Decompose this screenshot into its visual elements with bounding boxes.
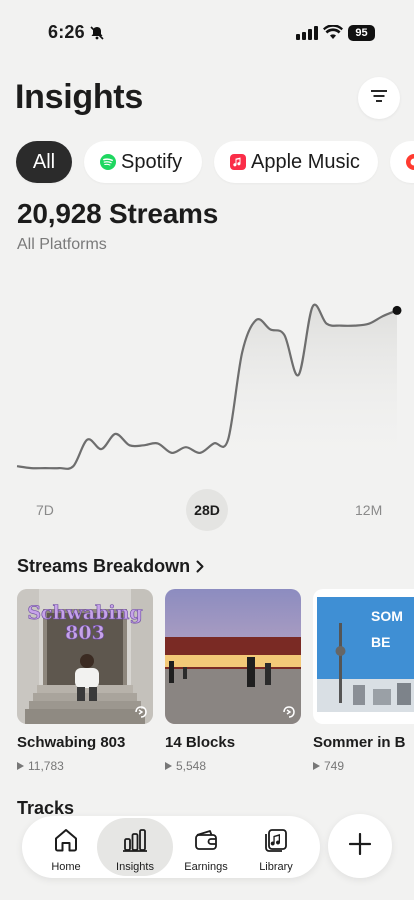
wifi-icon xyxy=(323,24,343,45)
chart-point xyxy=(226,438,230,442)
signal-icon xyxy=(296,26,318,45)
chart-point xyxy=(142,443,146,447)
release-artwork: Schwabing 803 xyxy=(17,589,153,724)
release-play-count: 11,783 xyxy=(28,759,64,773)
streams-subtitle: All Platforms xyxy=(17,236,107,253)
chevron-right-icon xyxy=(196,560,204,573)
chart-point xyxy=(339,324,343,328)
chart-area xyxy=(17,304,397,470)
chart-point xyxy=(114,432,118,436)
chart-point xyxy=(170,451,174,455)
release-art-lettering: SOM BE xyxy=(371,608,403,650)
platform-icon xyxy=(406,154,414,170)
tab-all[interactable]: All xyxy=(16,141,72,183)
release-artwork xyxy=(165,589,301,724)
play-icon xyxy=(313,762,320,770)
tab-spotify[interactable]: Spotify xyxy=(84,141,202,183)
range-7d-button[interactable]: 7D xyxy=(36,502,54,518)
nav-insights[interactable]: Insights xyxy=(97,818,173,876)
release-card[interactable]: Schwabing 803 Schwabing 803 11,783 xyxy=(17,589,153,773)
chart-point xyxy=(282,333,286,337)
filter-button[interactable] xyxy=(358,77,400,119)
release-title: Sommer in B xyxy=(313,734,406,751)
release-plays: 5,548 xyxy=(165,759,301,773)
bottom-tab-bar: Home Insights Earnings Library xyxy=(22,816,320,878)
chart-point xyxy=(240,350,244,354)
streams-breakdown-header[interactable]: Streams Breakdown xyxy=(17,556,204,577)
release-title: Schwabing 803 xyxy=(17,734,126,751)
chart-point xyxy=(99,447,103,451)
tab-more-platform[interactable] xyxy=(390,141,414,183)
nav-label: Home xyxy=(51,861,81,873)
nav-home[interactable]: Home xyxy=(28,818,104,876)
chart-point xyxy=(71,464,75,468)
artist-badge-icon xyxy=(282,705,296,719)
chart-point xyxy=(156,441,160,445)
chart-point xyxy=(212,441,216,445)
tab-label: All xyxy=(32,150,56,173)
chart-point xyxy=(254,318,258,322)
release-art-lettering: Schwabing 803 xyxy=(27,602,143,644)
release-title: 14 Blocks xyxy=(165,734,236,751)
chart-point xyxy=(353,324,357,328)
chart-point xyxy=(367,322,371,326)
status-time: 6:26 xyxy=(48,22,85,42)
streams-line-chart[interactable] xyxy=(0,270,414,480)
spotify-icon xyxy=(100,154,116,170)
release-plays: 11,783 xyxy=(17,759,153,773)
chart-point xyxy=(198,451,202,455)
home-icon xyxy=(53,827,79,858)
chart-point xyxy=(57,466,61,470)
chart-point xyxy=(85,438,89,442)
release-artwork: SOM BE xyxy=(313,589,414,724)
chart-point xyxy=(325,322,329,326)
chart-point xyxy=(381,314,385,318)
breakdown-cards: Schwabing 803 Schwabing 803 11,783 14 Bl… xyxy=(0,589,414,779)
release-play-count: 5,548 xyxy=(176,759,207,773)
chart-point xyxy=(296,373,300,377)
bar-chart-icon xyxy=(122,827,148,858)
platform-tabs: All Spotify Apple Music xyxy=(0,141,414,185)
artist-badge-icon xyxy=(134,705,148,719)
streams-total: 20,928 Streams xyxy=(17,198,219,229)
page-title: Insights xyxy=(15,78,143,116)
filter-icon xyxy=(371,89,387,107)
range-12m-button[interactable]: 12M xyxy=(355,502,382,518)
tab-label: Spotify xyxy=(121,150,183,173)
chart-point xyxy=(184,445,188,449)
release-plays: 749 xyxy=(313,759,414,773)
range-28d-button[interactable]: 28D xyxy=(186,489,228,531)
nav-label: Earnings xyxy=(184,861,228,873)
chart-point xyxy=(128,443,132,447)
nav-label: Insights xyxy=(116,861,154,873)
battery-indicator: 95 xyxy=(348,25,375,41)
music-library-icon xyxy=(263,827,289,858)
release-play-count: 749 xyxy=(324,759,345,773)
apple-music-icon xyxy=(230,154,246,170)
chart-point xyxy=(15,464,19,468)
nav-earnings[interactable]: Earnings xyxy=(168,818,244,876)
section-title: Streams Breakdown xyxy=(17,556,191,576)
play-icon xyxy=(17,762,24,770)
release-card[interactable]: 14 Blocks 5,548 xyxy=(165,589,301,773)
play-icon xyxy=(165,762,172,770)
chart-point xyxy=(29,466,33,470)
tab-label: Apple Music xyxy=(251,150,360,173)
chart-point xyxy=(268,327,272,331)
plus-icon xyxy=(348,832,372,860)
chart-point xyxy=(311,305,315,309)
status-bar: 6:26 95 xyxy=(0,0,414,62)
chart-point xyxy=(43,466,47,470)
nav-label: Library xyxy=(259,861,293,873)
nav-library[interactable]: Library xyxy=(238,818,314,876)
chart-current-point xyxy=(392,305,402,315)
bell-muted-icon xyxy=(89,25,105,46)
add-button[interactable] xyxy=(328,814,392,878)
release-card[interactable]: SOM BE Sommer in B 749 xyxy=(313,589,414,773)
wallet-icon xyxy=(193,827,219,858)
tab-apple-music[interactable]: Apple Music xyxy=(214,141,378,183)
